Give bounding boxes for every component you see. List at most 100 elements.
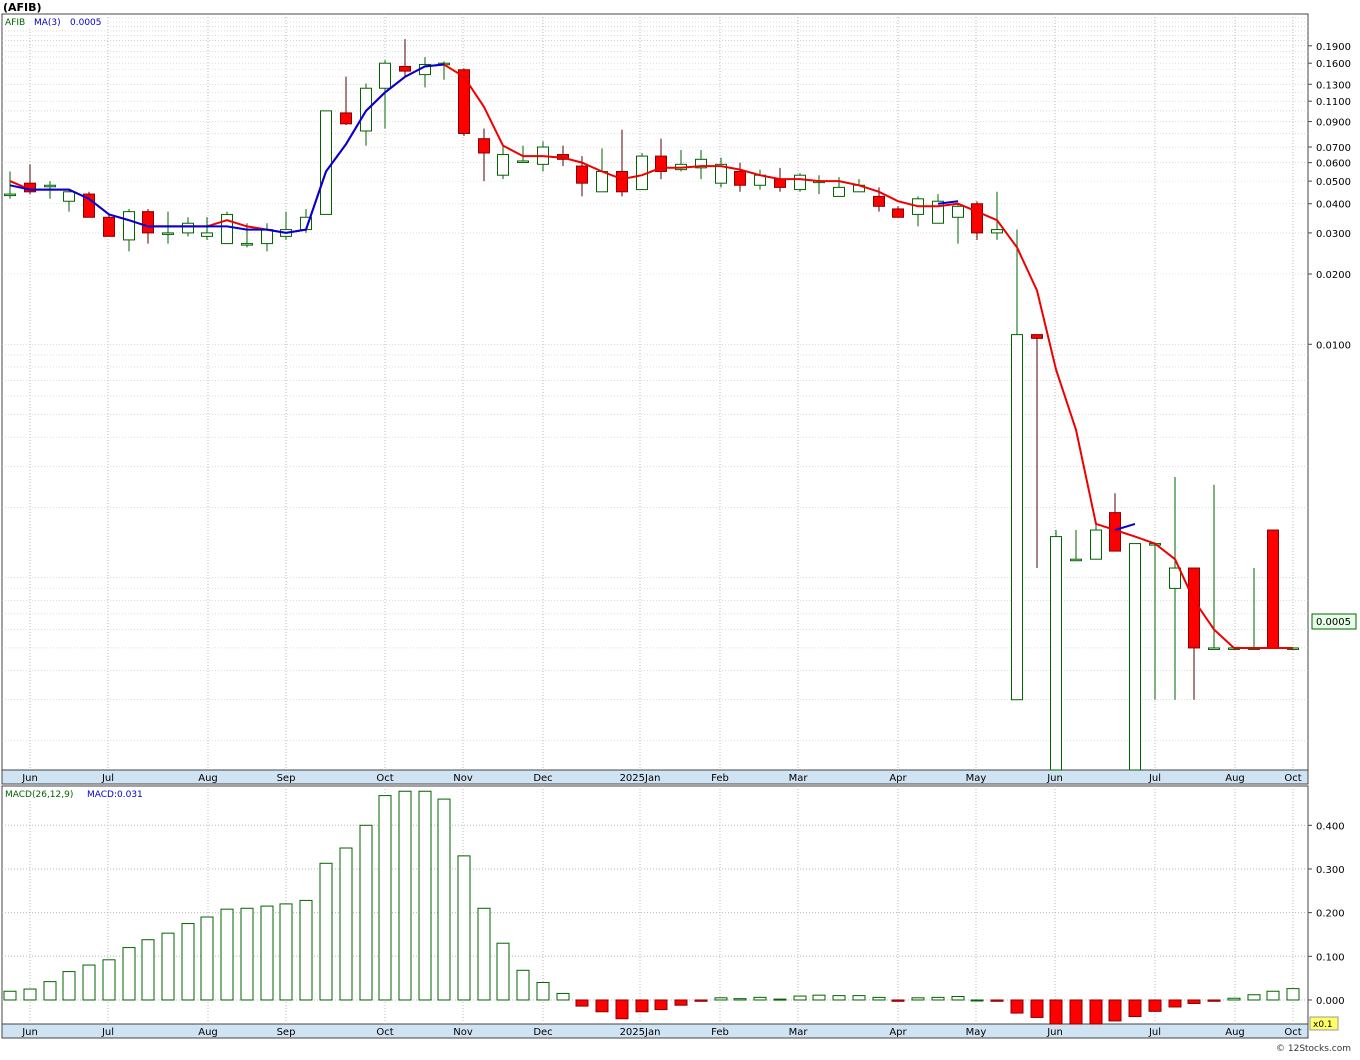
- macd-bar: [43, 981, 57, 1001]
- price-xtick-label: Sep: [277, 773, 296, 784]
- macd-bar: [161, 932, 175, 1001]
- macd-bar: [516, 969, 530, 1001]
- macd-xtick-label: Jun: [1046, 1027, 1063, 1038]
- candle-body: [4, 193, 16, 197]
- macd-bar: [1089, 999, 1103, 1025]
- last-price-label: 0.0005: [1316, 617, 1351, 628]
- candle: [340, 76, 352, 125]
- price-xtick-label: Mar: [789, 773, 809, 784]
- candle-body: [1129, 543, 1141, 771]
- price-xtick-label: Nov: [453, 773, 473, 784]
- price-legend-ma: MA(3): [34, 18, 61, 28]
- candle-body: [320, 110, 332, 215]
- candle: [497, 145, 509, 180]
- macd-bar: [852, 995, 866, 1001]
- candle-body: [1169, 567, 1181, 589]
- macd-bar: [200, 916, 214, 1001]
- price-xtick-label: Jun: [21, 773, 38, 784]
- macd-ytick-label: 0.100: [1316, 952, 1345, 963]
- macd-ytick-label: 0.000: [1316, 996, 1345, 1007]
- macd-bar: [260, 905, 274, 1001]
- candle-body: [576, 165, 588, 184]
- candle-body: [774, 178, 786, 188]
- macd-bar: [536, 982, 550, 1001]
- macd-bar: [674, 999, 688, 1006]
- macd-panel-frame: [1, 785, 1309, 1025]
- macd-xtick-label: Aug: [198, 1027, 218, 1038]
- macd-xtick-label: 2025Jan: [620, 1027, 661, 1038]
- macd-bar: [1207, 999, 1221, 1002]
- candle: [83, 191, 95, 218]
- macd-bar: [990, 999, 1004, 1002]
- macd-xtick-label: Dec: [533, 1027, 552, 1038]
- macd-bar: [812, 994, 826, 1001]
- candle-body: [1050, 536, 1062, 771]
- price-xtick-label: Apr: [889, 773, 907, 784]
- macd-legend-name: MACD(26,12,9): [5, 790, 73, 800]
- candle-body: [1090, 529, 1102, 560]
- candle: [1011, 229, 1023, 701]
- candle-body: [1070, 558, 1082, 562]
- candle: [320, 110, 332, 215]
- macd-marks: [3, 790, 1300, 1025]
- price-ytick-label: 0.1600: [1316, 59, 1351, 70]
- price-xtick-label: Oct: [376, 773, 393, 784]
- macd-bar: [872, 996, 886, 1001]
- macd-xtick-label: Oct: [1284, 1027, 1301, 1038]
- candle: [655, 138, 667, 180]
- candle: [1248, 568, 1260, 650]
- macd-xtick-label: Feb: [711, 1027, 729, 1038]
- price-xtick-label: Jun: [1046, 773, 1063, 784]
- candle: [833, 177, 845, 197]
- macd-xtick-label: Jul: [1148, 1027, 1161, 1038]
- price-xtick-label: Aug: [1225, 773, 1245, 784]
- price-ytick-label: 0.0600: [1316, 159, 1351, 170]
- macd-xtick-label: Apr: [889, 1027, 907, 1038]
- candle: [892, 206, 904, 218]
- macd-xtick-label: Nov: [453, 1027, 473, 1038]
- macd-bar: [181, 923, 195, 1001]
- macd-bar: [418, 790, 432, 1001]
- macd-bar: [82, 964, 96, 1001]
- candle-body: [103, 216, 115, 237]
- candle-body: [991, 229, 1003, 234]
- macd-bar: [615, 999, 629, 1020]
- macd-bar: [951, 995, 965, 1001]
- candle: [715, 157, 727, 188]
- price-xtick-label: Jul: [1148, 773, 1161, 784]
- candle: [1050, 530, 1062, 771]
- candle-body: [1267, 529, 1279, 649]
- candle-body: [1011, 334, 1023, 701]
- candle-body: [379, 62, 391, 89]
- candle: [280, 211, 292, 240]
- price-ytick-label: 0.1300: [1316, 80, 1351, 91]
- macd-bar: [398, 790, 412, 1001]
- macd-xtick-label: Mar: [789, 1027, 809, 1038]
- macd-bar: [1286, 988, 1300, 1001]
- candle-body: [221, 213, 233, 245]
- macd-bar: [437, 798, 451, 1001]
- candle: [734, 162, 746, 192]
- macd-bar: [911, 997, 925, 1001]
- macd-bar: [496, 942, 510, 1001]
- macd-bar: [359, 824, 373, 1001]
- chart-title: (AFIB): [3, 1, 42, 14]
- macd-bar: [714, 997, 728, 1001]
- price-xtick-label: Feb: [711, 773, 729, 784]
- macd-bar: [477, 907, 491, 1001]
- candle-body: [340, 112, 352, 125]
- price-xtick-label: Jul: [101, 773, 114, 784]
- candle-body: [63, 191, 75, 202]
- candle: [1188, 567, 1200, 700]
- price-ytick-label: 0.0200: [1316, 270, 1351, 281]
- macd-scale-badge: x0.1: [1309, 1016, 1339, 1031]
- macd-bar: [1247, 994, 1261, 1001]
- macd-bar: [970, 999, 984, 1002]
- candle: [557, 145, 569, 167]
- candle: [123, 208, 135, 252]
- macd-xtick-label: Jun: [21, 1027, 38, 1038]
- macd-bar: [319, 862, 333, 1001]
- candle: [991, 191, 1003, 240]
- candle: [952, 203, 964, 244]
- candle: [399, 39, 411, 77]
